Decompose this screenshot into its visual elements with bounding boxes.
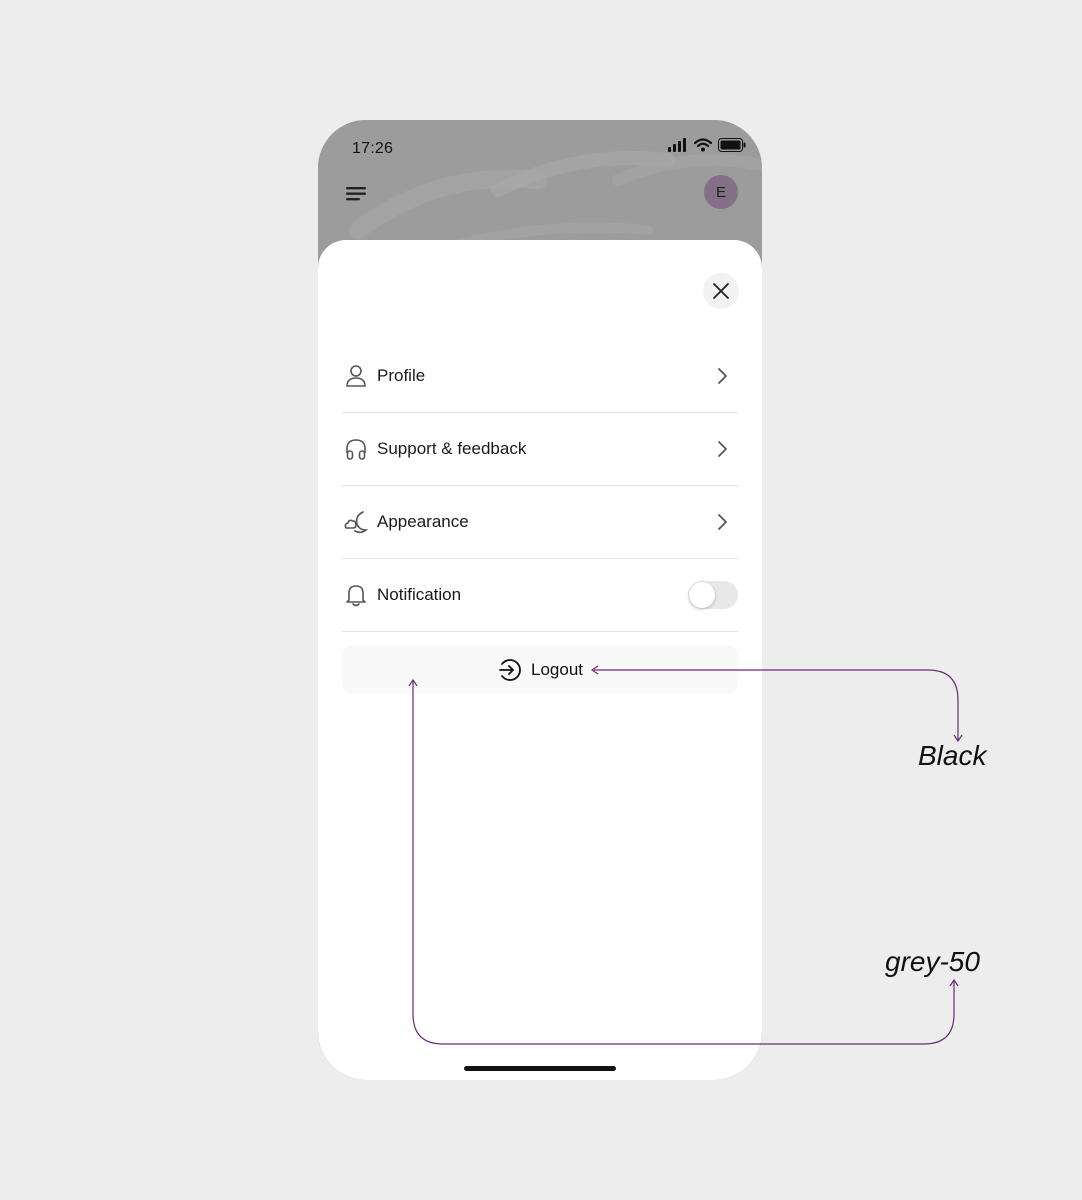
annotation-grey-label: grey-50 xyxy=(885,946,980,977)
annotation-black-label: Black xyxy=(918,740,987,771)
annotation-lines xyxy=(408,665,963,1045)
